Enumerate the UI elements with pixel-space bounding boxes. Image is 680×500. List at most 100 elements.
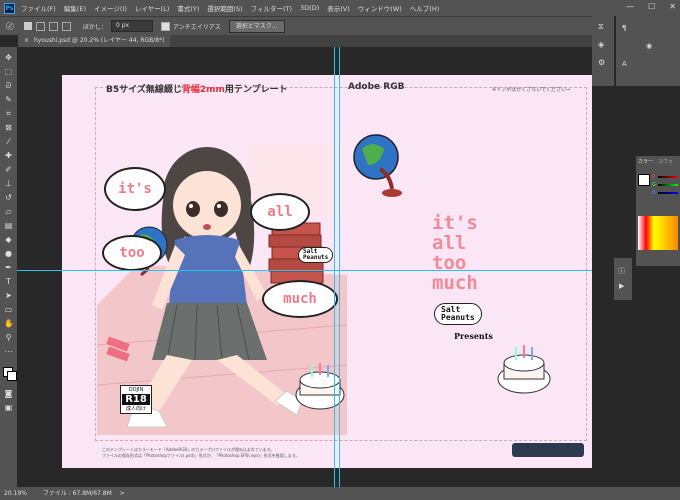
speech-bubble-much: much: [262, 280, 338, 318]
dodge-tool-icon[interactable]: ●: [4, 249, 13, 258]
menu-layer[interactable]: レイヤー(L): [135, 3, 170, 13]
document-canvas[interactable]: B5サイズ無線綴じ背幅2mm用テンプレート Adobe RGB ※トンボはかくさ…: [62, 75, 592, 468]
guide-vertical-1[interactable]: [334, 47, 335, 487]
adjustments-icon[interactable]: ⚙: [598, 58, 605, 67]
more-tools-icon[interactable]: ⋯: [4, 347, 13, 356]
close-window-button[interactable]: ✕: [669, 2, 676, 11]
menu-file[interactable]: ファイル(F): [21, 3, 56, 13]
circle-logo: [512, 443, 584, 457]
zoom-tool-icon[interactable]: ⚲: [4, 333, 13, 342]
green-channel-label: G: [652, 182, 656, 188]
intersect-selection-icon[interactable]: [62, 21, 71, 31]
menu-filter[interactable]: フィルター(T): [251, 3, 292, 13]
template-title: B5サイズ無線綴じ背幅2mm用テンプレート: [106, 85, 288, 95]
maximize-button[interactable]: ☐: [648, 2, 655, 11]
speech-bubble-too: too: [102, 235, 162, 271]
minimize-button[interactable]: —: [626, 2, 634, 11]
guide-horizontal[interactable]: [17, 270, 592, 271]
lasso-tool-preset-icon[interactable]: 〄: [6, 21, 14, 32]
color-profile-label: Adobe RGB: [348, 82, 405, 92]
crop-tool-icon[interactable]: ⌗: [4, 109, 13, 118]
shape-tool-icon[interactable]: ▭: [4, 305, 13, 314]
blur-tool-icon[interactable]: ◆: [4, 235, 13, 244]
blue-channel-label: B: [652, 190, 656, 196]
right-panel-dock: ⧖ ◈ ⚙ ¶ ◉ A カラー スウォ R G B ⓘ ▶: [592, 16, 680, 486]
globe-illustration: [353, 134, 402, 197]
menu-edit[interactable]: 編集(E): [64, 3, 86, 13]
tab-close-icon[interactable]: ×: [24, 37, 29, 44]
options-bar: 〄 ぼかし： 0 px アンチエイリアス 選択とマスク...: [0, 16, 680, 35]
photoshop-logo[interactable]: Ps: [4, 2, 15, 14]
guide-vertical-2[interactable]: [339, 47, 340, 487]
color-spectrum[interactable]: [638, 216, 678, 250]
move-tool-icon[interactable]: ✥: [4, 53, 13, 62]
swatches-tab[interactable]: スウォ: [658, 158, 673, 165]
window-controls: — ☐ ✕: [626, 2, 676, 11]
canvas-area[interactable]: B5サイズ無線綴じ背幅2mm用テンプレート Adobe RGB ※トンボはかくさ…: [17, 47, 592, 487]
quick-select-tool-icon[interactable]: ✎: [4, 95, 13, 104]
history-brush-tool-icon[interactable]: ↺: [4, 193, 13, 202]
document-tab[interactable]: × hyoushi.psd @ 20.2% (レイヤー 44, RGB/8*): [18, 35, 171, 47]
speech-bubble-all: all: [250, 193, 310, 231]
menu-window[interactable]: ウィンドウ(W): [358, 3, 402, 13]
cover-title: it's all too much: [432, 212, 478, 294]
eyedropper-tool-icon[interactable]: ⁄: [4, 137, 13, 146]
select-and-mask-button[interactable]: 選択とマスク...: [228, 19, 285, 33]
feather-input[interactable]: 0 px: [111, 20, 154, 32]
type-tool-icon[interactable]: T: [4, 277, 13, 286]
red-channel-label: R: [652, 174, 656, 180]
menu-bar: Ps ファイル(F) 編集(E) イメージ(I) レイヤー(L) 書式(Y) 選…: [0, 0, 680, 16]
antialias-label: アンチエイリアス: [173, 23, 221, 31]
frame-tool-icon[interactable]: ⊠: [4, 123, 13, 132]
color-foreground-swatch[interactable]: [638, 174, 650, 186]
background-color-swatch[interactable]: [7, 371, 17, 381]
menu-help[interactable]: ヘルプ(H): [410, 3, 439, 13]
gradient-tool-icon[interactable]: ▤: [4, 221, 13, 230]
marquee-tool-icon[interactable]: ⬚: [4, 67, 13, 76]
lasso-tool-icon[interactable]: ᘐ: [4, 81, 13, 90]
quick-mask-icon[interactable]: ◙: [4, 389, 13, 398]
zoom-level[interactable]: 20.19%: [4, 490, 27, 497]
clone-stamp-tool-icon[interactable]: ⊥: [4, 179, 13, 188]
play-action-icon[interactable]: ▶: [619, 282, 624, 290]
screen-mode-icon[interactable]: ▣: [4, 403, 13, 412]
document-tab-bar: × hyoushi.psd @ 20.2% (レイヤー 44, RGB/8*): [18, 35, 598, 47]
subtract-selection-icon[interactable]: [49, 21, 58, 31]
menu-select[interactable]: 選択範囲(S): [207, 3, 242, 13]
template-notice: このテンプレートはカラーモード「AdobeRGB」のカラープロファイルが埋め込ま…: [102, 447, 300, 458]
eye-icon[interactable]: ◉: [646, 42, 652, 50]
menu-type[interactable]: 書式(Y): [177, 3, 199, 13]
menu-image[interactable]: イメージ(I): [94, 3, 127, 13]
tombo-note: ※トンボはかくさないでください→: [492, 87, 571, 93]
cake-illustration: [497, 345, 551, 394]
presents-label: Presents: [454, 331, 493, 341]
status-bar: 20.19% ファイル : 67.8M/67.8M >: [0, 487, 680, 500]
info-icon[interactable]: ⓘ: [618, 266, 625, 276]
blue-slider[interactable]: [658, 192, 678, 194]
r18-badge: DOJIN R18 成人向け: [120, 385, 152, 414]
eraser-tool-icon[interactable]: ▱: [4, 207, 13, 216]
history-icon[interactable]: ⧖: [598, 22, 604, 32]
add-selection-icon[interactable]: [36, 21, 45, 31]
layers-icon[interactable]: ◈: [598, 40, 604, 49]
panel-icons-2: ¶ ◉ A: [616, 16, 680, 86]
status-menu-arrow[interactable]: >: [120, 490, 125, 497]
path-select-tool-icon[interactable]: ➤: [4, 291, 13, 300]
antialias-checkbox[interactable]: [161, 21, 171, 31]
brush-tool-icon[interactable]: ✐: [4, 165, 13, 174]
hand-tool-icon[interactable]: ✋: [4, 319, 14, 328]
speech-bubble-its: it's: [104, 167, 166, 211]
panel-icon-column: ⧖ ◈ ⚙: [592, 16, 614, 86]
menu-3d[interactable]: 3D(D): [300, 4, 319, 12]
new-selection-icon[interactable]: [24, 22, 32, 30]
green-slider[interactable]: [658, 184, 678, 186]
menu-view[interactable]: 表示(V): [327, 3, 350, 13]
pen-tool-icon[interactable]: ✒: [4, 263, 13, 272]
healing-brush-tool-icon[interactable]: ✚: [4, 151, 13, 160]
document-tab-title: hyoushi.psd @ 20.2% (レイヤー 44, RGB/8*): [33, 37, 165, 44]
paragraph-icon[interactable]: ¶: [622, 24, 626, 32]
spine-width-highlight: 背幅2mm: [181, 85, 225, 95]
red-slider[interactable]: [658, 176, 678, 178]
character-icon[interactable]: A: [622, 60, 627, 68]
color-tab[interactable]: カラー: [638, 158, 653, 165]
